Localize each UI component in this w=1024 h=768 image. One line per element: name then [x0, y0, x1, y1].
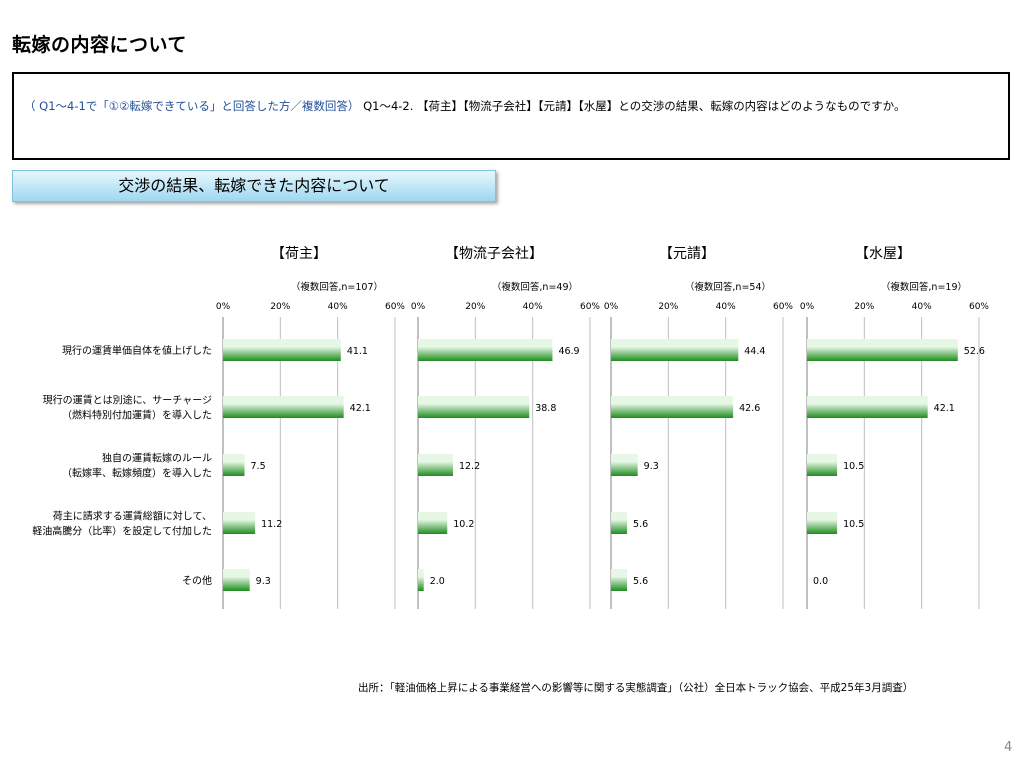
chart-panel: 【物流子会社】 （複数回答,n=49） 0% 20% 40% 60% 46.9 38.8 12.…: [411, 246, 600, 609]
panel-title: 【水屋】: [855, 246, 911, 262]
bar: [418, 396, 530, 418]
data-label: 9.3: [256, 576, 271, 587]
data-label: 5.6: [633, 519, 648, 530]
x-tick-label: 0%: [216, 302, 231, 312]
category-label: その他: [182, 574, 212, 587]
data-label: 44.4: [744, 346, 765, 357]
data-label: 7.5: [251, 461, 266, 472]
data-label: 10.2: [453, 519, 474, 530]
bar: [807, 512, 838, 534]
data-label: 10.5: [843, 461, 864, 472]
data-label: 52.6: [964, 346, 985, 357]
source-note: 出所：「軽油価格上昇による事業経営への影響等に関する実態調査」（公社）全日本トラ…: [358, 682, 914, 694]
bar: [807, 454, 838, 476]
chart-panel: 【水屋】 （複数回答,n=19） 0% 20% 40% 60% 52.6 42.1 10.5 10…: [800, 246, 989, 609]
bar: [611, 512, 628, 534]
x-tick-label: 20%: [465, 302, 485, 312]
data-label: 0.0: [813, 576, 828, 587]
bar: [223, 454, 245, 476]
bar: [418, 339, 553, 361]
x-tick-label: 20%: [658, 302, 678, 312]
bar: [223, 512, 256, 534]
chart-panel: 【元請】 （複数回答,n=54） 0% 20% 40% 60% 44.4 42.6 9.3 5.6…: [604, 246, 793, 609]
data-label: 10.5: [843, 519, 864, 530]
x-tick-label: 60%: [580, 302, 600, 312]
data-label: 5.6: [633, 576, 648, 587]
category-label: 軽油高騰分（比率）を設定して付加した: [32, 525, 212, 538]
bar: [611, 454, 638, 476]
panel-note: （複数回答,n=19）: [881, 281, 967, 293]
panel-note: （複数回答,n=107）: [291, 281, 383, 293]
panel-title: 【元請】: [659, 246, 715, 262]
panel-note: （複数回答,n=54）: [685, 281, 771, 293]
bar: [223, 569, 250, 591]
category-label: （転嫁率、転嫁頻度）を導入した: [62, 467, 212, 480]
bar: [418, 512, 448, 534]
x-tick-label: 60%: [773, 302, 793, 312]
bar: [807, 339, 958, 361]
data-label: 42.1: [934, 403, 955, 414]
data-label: 41.1: [347, 346, 368, 357]
x-tick-label: 0%: [800, 302, 815, 312]
category-label: 現行の運賃とは別途に、サーチャージ: [43, 394, 212, 407]
bar: [611, 569, 628, 591]
x-tick-label: 40%: [912, 302, 932, 312]
x-tick-label: 40%: [328, 302, 348, 312]
page-number: 4: [1004, 740, 1013, 755]
chart-panel: 【荷主】 （複数回答,n=107） 0% 20% 40% 60% 41.1 42.1 7.5 11…: [216, 246, 405, 609]
panel-note: （複数回答,n=49）: [492, 281, 578, 293]
x-tick-label: 0%: [604, 302, 619, 312]
x-tick-label: 40%: [716, 302, 736, 312]
bar: [611, 396, 734, 418]
data-label: 46.9: [558, 346, 579, 357]
bar: [418, 454, 453, 476]
data-label: 9.3: [644, 461, 659, 472]
category-label: 現行の運賃単価自体を値上げした: [62, 344, 212, 357]
data-label: 2.0: [430, 576, 445, 587]
bar: [611, 339, 739, 361]
bar: [418, 569, 424, 591]
x-tick-label: 60%: [385, 302, 405, 312]
x-tick-label: 60%: [969, 302, 989, 312]
x-tick-label: 0%: [411, 302, 426, 312]
data-label: 11.2: [261, 519, 282, 530]
bar: [223, 339, 341, 361]
bar: [807, 396, 928, 418]
category-label: 独自の運賃転嫁のルール: [102, 452, 212, 465]
category-label: （燃料特別付加運賃）を導入した: [62, 409, 212, 422]
x-tick-label: 20%: [854, 302, 874, 312]
data-label: 12.2: [459, 461, 480, 472]
panel-title: 【荷主】: [271, 246, 327, 262]
bar-charts: 現行の運賃単価自体を値上げした現行の運賃とは別途に、サーチャージ （燃料特別付加運…: [32, 246, 989, 609]
data-label: 42.6: [739, 403, 760, 414]
data-label: 42.1: [350, 403, 371, 414]
x-tick-label: 40%: [523, 302, 543, 312]
x-tick-label: 20%: [270, 302, 290, 312]
panel-title: 【物流子会社】: [445, 246, 543, 262]
data-label: 38.8: [535, 403, 556, 414]
bar: [223, 396, 344, 418]
category-label: 荷主に請求する運賃総額に対して、: [53, 510, 212, 523]
